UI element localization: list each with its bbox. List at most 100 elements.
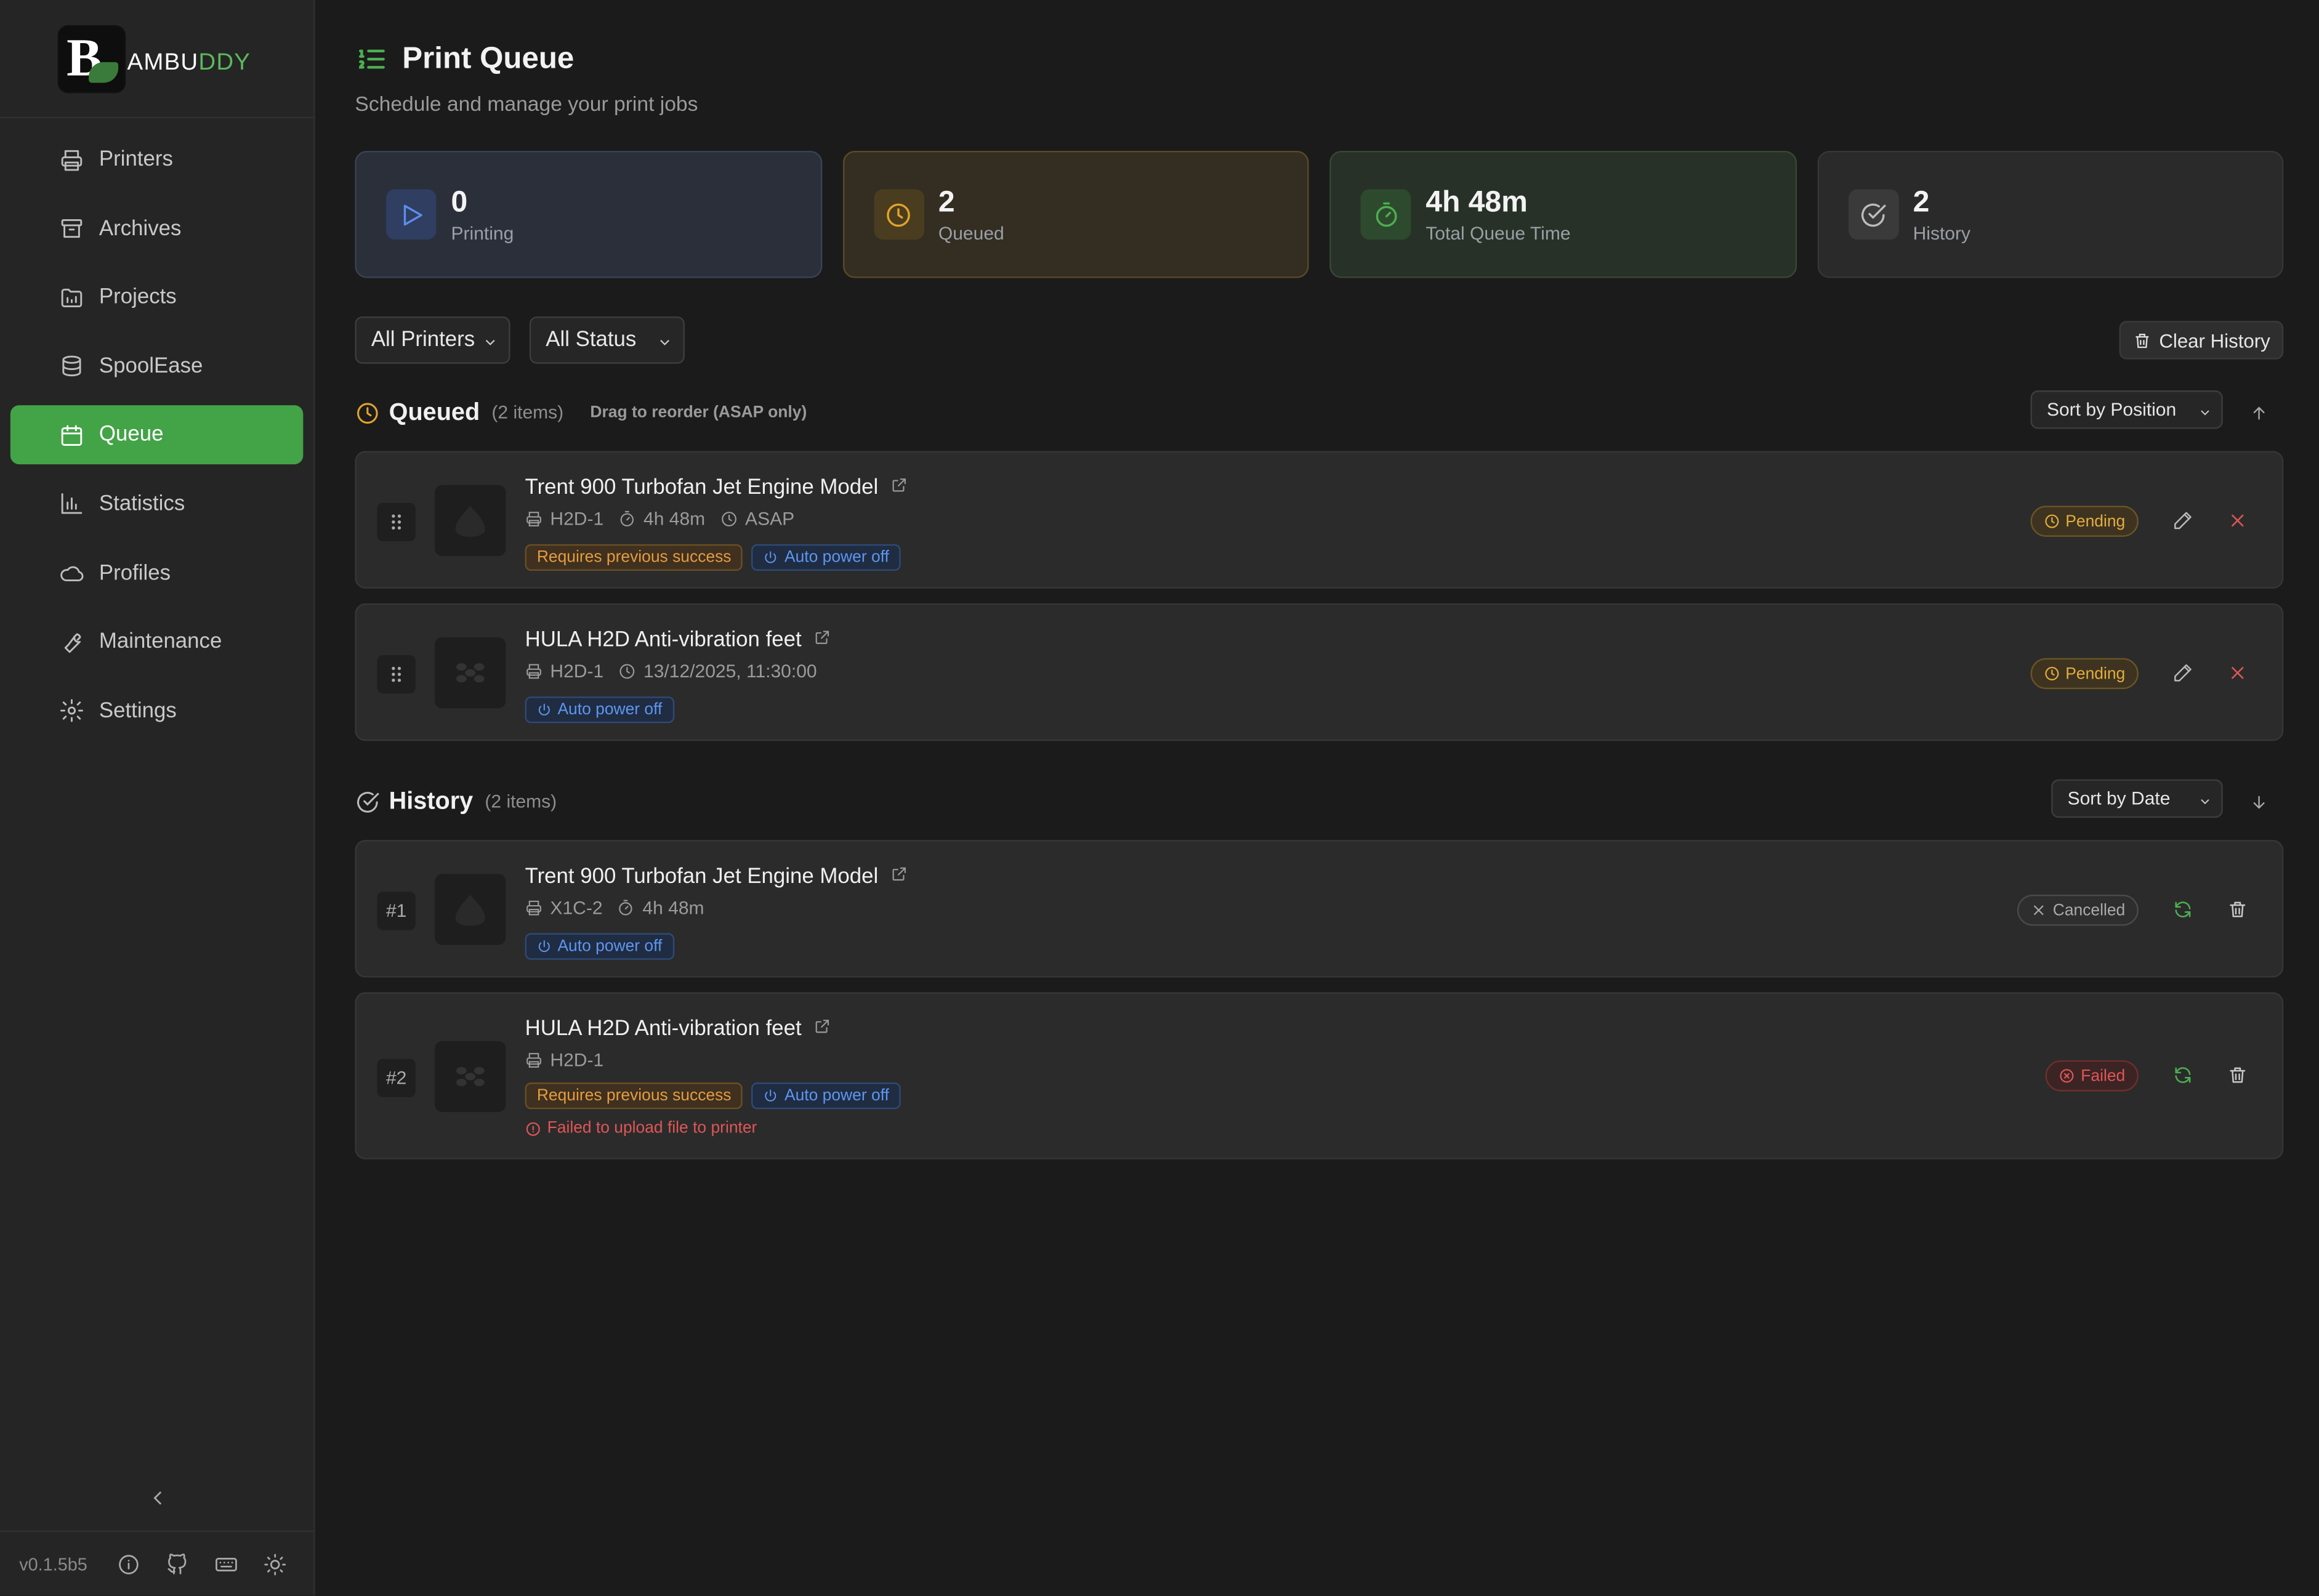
chart-icon [61, 494, 83, 515]
clock-icon [619, 664, 635, 679]
gear-icon [60, 699, 83, 723]
sort-direction-button[interactable] [2245, 788, 2272, 815]
sidebar-item-printers[interactable]: Printers [10, 130, 304, 189]
error-text: Failed to upload file to printer [547, 1119, 757, 1137]
clock-icon [887, 203, 910, 227]
sidebar-nav: Printers Archives Projects SpoolEase Que… [0, 118, 313, 741]
sidebar-item-settings[interactable]: Settings [10, 682, 304, 741]
job-name[interactable]: HULA H2D Anti-vibration feet [525, 1017, 831, 1041]
section-title: Queued [389, 398, 480, 425]
delete-button[interactable] [2224, 896, 2251, 922]
stat-label: Printing [451, 222, 514, 244]
sidebar-item-label: Archives [99, 217, 182, 241]
trash-icon [2230, 901, 2246, 917]
clear-history-label: Clear History [2159, 329, 2270, 352]
arrow-down-icon [2252, 795, 2264, 808]
edit-button[interactable] [2169, 507, 2196, 534]
model-thumbnail [435, 1041, 506, 1113]
drag-handle[interactable] [377, 502, 416, 542]
wrench-icon [64, 632, 81, 653]
clear-history-button[interactable]: Clear History [2119, 321, 2284, 360]
job-meta: H2D-1 13/12/2025, 11:30:00 [525, 661, 817, 682]
chevron-down-icon [2201, 410, 2209, 416]
sidebar-item-spoolease[interactable]: SpoolEase [10, 337, 304, 396]
job-name[interactable]: HULA H2D Anti-vibration feet [525, 629, 831, 652]
stat-value: 2 [1913, 185, 1930, 219]
auto-power-off-tag: Auto power off [752, 544, 901, 571]
keyboard-shortcuts-button[interactable] [213, 1550, 240, 1577]
refresh-icon [2175, 1067, 2191, 1083]
history-item[interactable]: #1 Trent 900 Turbofan Jet Engine Model X… [355, 840, 2284, 978]
edit-button[interactable] [2169, 659, 2196, 686]
power-icon [765, 551, 777, 563]
stat-value: 4h 48m [1426, 185, 1528, 219]
job-name-text: HULA H2D Anti-vibration feet [525, 628, 802, 653]
page-header: Print Queue Schedule and manage your pri… [355, 41, 698, 115]
collapse-sidebar-button[interactable] [145, 1485, 171, 1511]
section-title: History [389, 787, 474, 815]
requeue-button[interactable] [2169, 896, 2196, 922]
sidebar-item-projects[interactable]: Projects [10, 268, 304, 327]
queue-item[interactable]: Trent 900 Turbofan Jet Engine Model H2D-… [355, 451, 2284, 589]
chevron-down-icon [485, 339, 495, 345]
clock-icon [2044, 666, 2059, 680]
sidebar-item-maintenance[interactable]: Maintenance [10, 613, 304, 672]
app-logo[interactable]: B AMBUDDY [59, 26, 251, 91]
model-preview-icon [455, 506, 485, 537]
printer-filter-select[interactable]: All Printers [355, 316, 510, 364]
info-icon [119, 1554, 139, 1574]
requeue-button[interactable] [2169, 1062, 2196, 1088]
list-ordered-icon [359, 49, 385, 69]
sidebar-item-label: Settings [99, 699, 177, 723]
job-name[interactable]: Trent 900 Turbofan Jet Engine Model [525, 865, 908, 889]
remove-button[interactable] [2224, 659, 2251, 686]
logo-area: B AMBUDDY [0, 0, 314, 119]
spool-icon [62, 356, 81, 377]
timer-icon [620, 510, 634, 526]
history-sort-select[interactable]: Sort by Date [2051, 779, 2223, 818]
remove-button[interactable] [2224, 507, 2251, 534]
theme-toggle-button[interactable] [262, 1550, 288, 1577]
info-button[interactable] [115, 1550, 142, 1577]
github-button[interactable] [164, 1550, 191, 1577]
schedule: ASAP [745, 509, 795, 530]
page-title: Print Queue [402, 41, 575, 76]
sidebar-item-archives[interactable]: Archives [10, 199, 304, 258]
status-filter-value: All Status [546, 328, 637, 352]
section-count: (2 items) [491, 402, 564, 423]
refresh-icon [2175, 901, 2191, 917]
job-name-text: Trent 900 Turbofan Jet Engine Model [525, 476, 879, 500]
model-preview-icon [456, 663, 485, 683]
tag-label: Auto power off [784, 549, 889, 566]
sun-icon [264, 1553, 286, 1575]
drag-handle[interactable] [377, 655, 416, 694]
status-badge: Pending [2030, 658, 2139, 690]
logo-mark: B [59, 26, 124, 91]
queue-item[interactable]: HULA H2D Anti-vibration feet H2D-1 13/12… [355, 603, 2284, 741]
sidebar-item-label: Maintenance [99, 630, 222, 654]
history-item[interactable]: #2 HULA H2D Anti-vibration feet H2D-1 Re… [355, 992, 2284, 1159]
sidebar-item-queue[interactable]: Queue [10, 405, 304, 465]
status-filter-select[interactable]: All Status [529, 316, 685, 364]
job-meta: H2D-1 4h 48m ASAP [525, 509, 795, 530]
tag-label: Auto power off [557, 701, 663, 719]
job-name[interactable]: Trent 900 Turbofan Jet Engine Model [525, 476, 908, 500]
sidebar-item-statistics[interactable]: Statistics [10, 475, 304, 534]
history-section-header: History (2 items) Sort by Date [355, 779, 2283, 820]
clock-icon [721, 512, 736, 526]
close-icon [2034, 905, 2044, 915]
printer-filter-value: All Printers [371, 328, 475, 352]
sidebar-item-profiles[interactable]: Profiles [10, 544, 304, 603]
sort-direction-button[interactable] [2245, 399, 2272, 425]
auto-power-off-tag: Auto power off [752, 1082, 901, 1110]
sidebar-item-label: Profiles [99, 561, 171, 586]
job-tags: Auto power off [525, 933, 674, 960]
delete-button[interactable] [2224, 1062, 2251, 1088]
queued-sort-select[interactable]: Sort by Position [2030, 390, 2223, 429]
history-index: #1 [377, 892, 416, 930]
sort-value: Sort by Date [2067, 788, 2171, 809]
status-text: Pending [2065, 664, 2126, 683]
external-link-icon [815, 631, 829, 644]
printer-name: H2D-1 [550, 509, 604, 530]
power-icon [538, 703, 550, 715]
